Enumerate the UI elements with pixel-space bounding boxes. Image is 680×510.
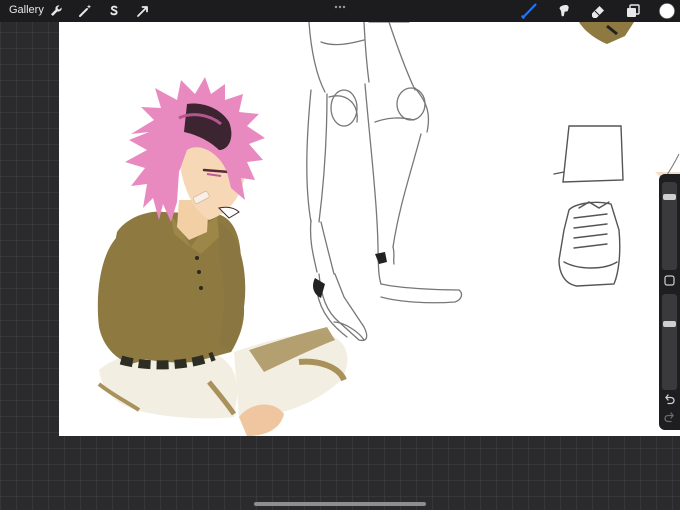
redo-icon[interactable] — [662, 410, 677, 425]
brush-size-thumb[interactable] — [663, 194, 676, 200]
opacity-slider[interactable] — [662, 294, 677, 390]
modify-square-icon[interactable] — [662, 273, 677, 288]
artwork — [97, 22, 680, 436]
top-toolbar: Gallery — [0, 0, 680, 22]
layers-icon[interactable] — [624, 2, 642, 20]
more-options-icon[interactable] — [332, 2, 348, 12]
smudge-icon[interactable] — [555, 2, 573, 20]
color-swatch-icon[interactable] — [658, 2, 676, 20]
gallery-button[interactable]: Gallery — [9, 4, 44, 16]
drawing-canvas[interactable] — [59, 22, 680, 436]
brush-size-slider[interactable] — [662, 182, 677, 270]
magic-wand-icon[interactable] — [76, 2, 94, 20]
eraser-icon[interactable] — [589, 2, 607, 20]
side-controls — [659, 174, 680, 430]
opacity-thumb[interactable] — [663, 321, 676, 327]
wrench-icon[interactable] — [47, 2, 65, 20]
selection-icon[interactable] — [105, 2, 123, 20]
transform-arrow-icon[interactable] — [134, 2, 152, 20]
home-indicator[interactable] — [254, 502, 426, 506]
undo-icon[interactable] — [662, 392, 677, 407]
brush-icon[interactable] — [520, 2, 538, 20]
